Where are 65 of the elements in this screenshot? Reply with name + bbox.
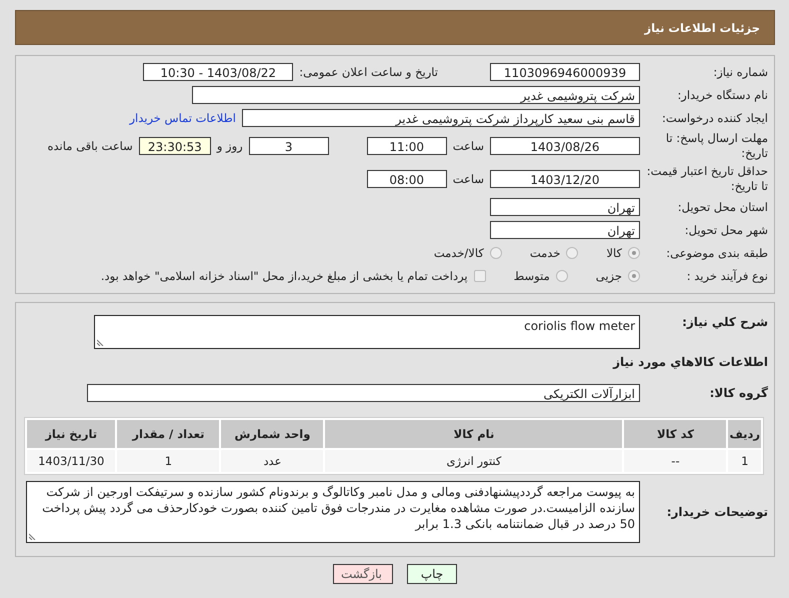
checkbox[interactable] <box>474 270 486 282</box>
field-label: ایجاد کننده درخواست: <box>661 110 769 126</box>
remaining-time-field: 23:30:53 <box>138 137 211 155</box>
province-field: تهران <box>490 198 640 216</box>
radio-label: جزیی <box>596 269 622 283</box>
goods-group-field: ابزارآلات الکتریکی <box>87 384 640 402</box>
summary-text: coriolis flow meter <box>524 319 635 333</box>
column-header: واحد شمارش <box>221 420 324 448</box>
field-label: شهر محل تحویل: <box>684 222 769 238</box>
summary-textarea[interactable]: coriolis flow meter <box>94 315 640 349</box>
table-cell: کنتور انرژی <box>325 450 622 472</box>
days-field: 3 <box>248 137 329 155</box>
buyer-org-field: شرکت پتروشیمی غدیر <box>192 86 640 104</box>
city-field: تهران <box>490 221 640 239</box>
field-label: نوع فرآیند خرید : <box>686 268 769 284</box>
field-label: شرح کلي نياز: <box>681 315 769 330</box>
resize-grip-icon <box>29 532 37 540</box>
remaining-label: ساعت باقی مانده <box>48 139 133 153</box>
days-label: روز و <box>216 139 243 153</box>
buyer-notes-textarea[interactable] <box>26 481 640 543</box>
time-label: ساعت <box>452 172 484 186</box>
field-label: گروه کالا: <box>708 386 769 400</box>
date-field: 1403/08/26 <box>490 137 640 155</box>
radio-button[interactable] <box>490 247 502 259</box>
table-cell: 1 <box>728 450 761 472</box>
table-cell: 1403/11/30 <box>27 450 116 472</box>
buyer-notes-text: به پیوست مراجعه گرددپیشنهادفنی ومالی و مدل نامبر وکاتالوگ و برندونام کشور سازنده و سرتیفکت اورجین از شرکت سازنده الزامیست.در صورت مشاهده مغایرت در مندرجات فوق تامین کننده بصورت خودکارحذف می گردد پیش پرداخت 50 درصد در قبال ضمانتنامه بانکی 1.3 برابر <box>42 485 635 531</box>
field-label: شماره نیاز: <box>712 64 769 80</box>
time-label: ساعت <box>452 139 484 153</box>
resize-grip-icon <box>97 338 105 346</box>
radio-button[interactable] <box>628 270 640 282</box>
field-label: تاریخ و ساعت اعلان عمومی: <box>299 65 438 79</box>
column-header: ردیف <box>728 420 761 448</box>
table-cell: عدد <box>221 450 324 472</box>
checkbox-label: پرداخت تمام یا بخشی از مبلغ خرید،از محل "اسناد خزانه اسلامی" خواهد بود. <box>100 269 468 283</box>
column-header: نام کالا <box>325 420 622 448</box>
radio-label: متوسط <box>514 269 550 283</box>
print-button[interactable]: چاپ <box>407 564 457 584</box>
radio-label: کالا <box>606 246 622 260</box>
radio-button[interactable] <box>628 247 640 259</box>
back-button[interactable]: بازگشت <box>333 564 393 584</box>
field-label: توضیحات خریدار: <box>666 504 769 520</box>
column-header: تعداد / مقدار <box>117 420 220 448</box>
time-field: 08:00 <box>366 170 447 188</box>
table-cell: 1 <box>117 450 220 472</box>
section-heading: اطلاعات کالاهاي مورد نياز <box>612 355 769 369</box>
requester-field: قاسم بنی سعید کارپرداز شرکت پتروشیمی غدیر <box>242 109 640 127</box>
radio-label: خدمت <box>530 246 560 260</box>
radio-button[interactable] <box>566 247 578 259</box>
field-label: حداقل تاریخ اعتبار قیمت: تا تاریخ: <box>646 164 769 194</box>
field-label: مهلت ارسال پاسخ: تا تاریخ: <box>664 131 769 161</box>
page-title: جزئیات اطلاعات نیاز <box>644 20 760 34</box>
field-label: طبقه بندی موضوعی: <box>665 246 769 260</box>
announcement-date-field: 1403/08/22 - 10:30 <box>143 63 294 81</box>
column-header: تاریخ نیاز <box>27 420 116 448</box>
field-label: نام دستگاه خریدار: <box>676 88 769 102</box>
time-field: 11:00 <box>366 137 447 155</box>
field-label: استان محل تحویل: <box>676 200 769 214</box>
column-header: کد کالا <box>624 420 726 448</box>
radio-button[interactable] <box>556 270 568 282</box>
radio-label: کالا/خدمت <box>434 246 484 260</box>
buyer-contact-link[interactable]: اطلاعات تماس خریدار <box>129 111 236 125</box>
need-number-field: 1103096946000939 <box>490 63 640 81</box>
table-cell: -- <box>624 450 726 472</box>
date-field: 1403/12/20 <box>490 170 640 188</box>
